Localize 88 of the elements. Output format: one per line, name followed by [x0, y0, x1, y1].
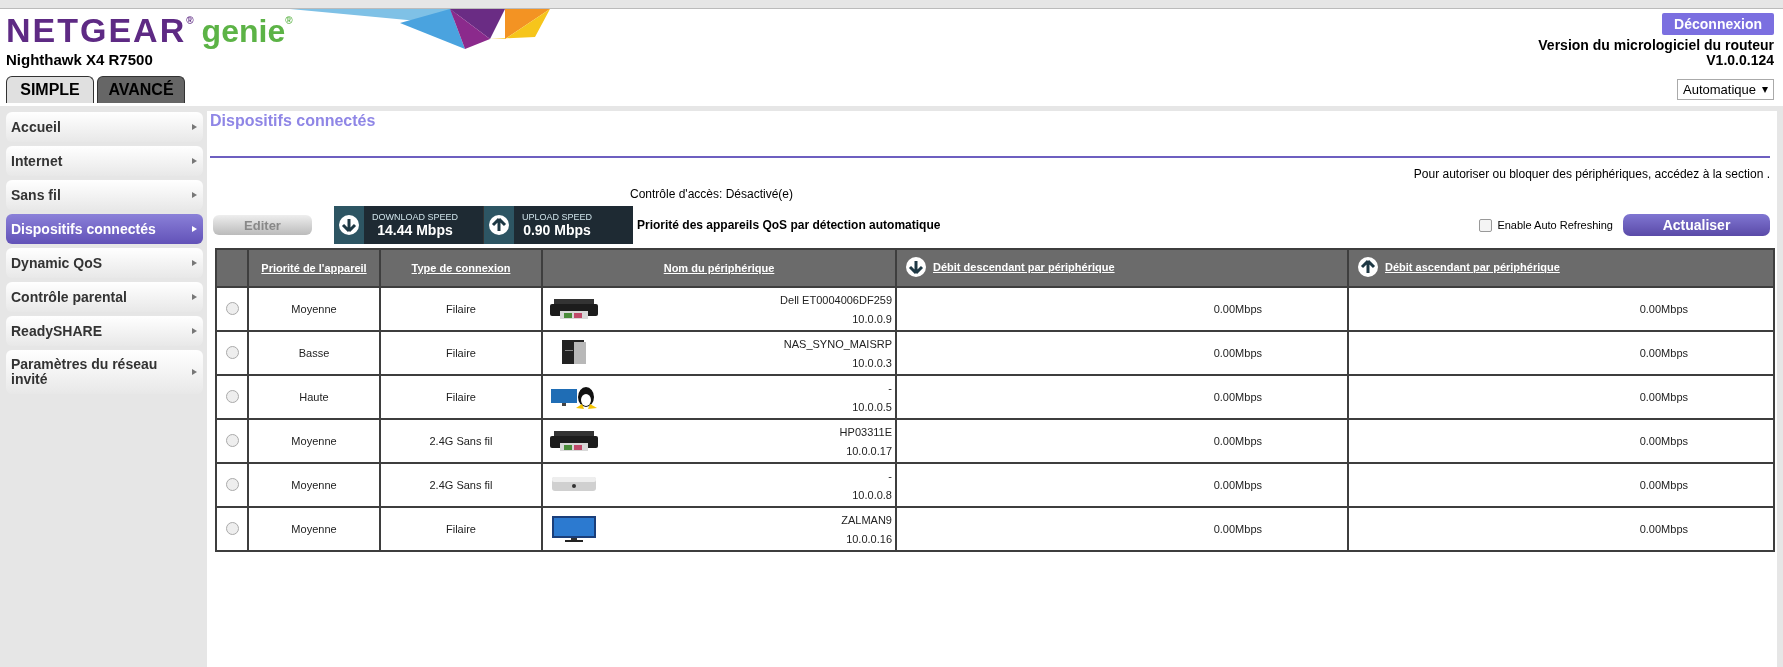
column-header[interactable]: Nom du périphérique: [663, 262, 775, 274]
sidebar-item[interactable]: Dynamic QoS: [6, 248, 203, 278]
device-name: NAS_SYNO_MAISRP: [783, 337, 892, 350]
row-radio[interactable]: [225, 389, 239, 403]
row-radio[interactable]: [225, 477, 239, 491]
table-cell: 0.00Mbps: [896, 375, 1348, 419]
table-cell: 0.00Mbps: [1348, 419, 1774, 463]
device-ip: 10.0.0.17: [846, 444, 892, 457]
table-cell: 0.00Mbps: [896, 419, 1348, 463]
table-cell: Haute: [248, 375, 380, 419]
table-cell: Basse: [248, 331, 380, 375]
table-cell: 0.00Mbps: [1348, 331, 1774, 375]
table-cell: Filaire: [380, 375, 542, 419]
table-cell: 0.00Mbps: [1348, 507, 1774, 551]
caret-icon: [192, 158, 197, 164]
table-cell: Filaire: [380, 507, 542, 551]
upload-speed: 0.90 Mbps: [523, 222, 591, 238]
qos-note: Priorité des appareils QoS par détection automatique: [637, 218, 941, 232]
row-radio[interactable]: [225, 433, 239, 447]
upload-icon: [488, 214, 510, 236]
sidebar-item[interactable]: Contrôle parental: [6, 282, 203, 312]
column-header[interactable]: Débit ascendant par périphérique: [1385, 261, 1560, 273]
auto-refresh-checkbox[interactable]: [1479, 218, 1493, 232]
caret-icon: [192, 226, 197, 232]
download-icon: [905, 256, 927, 278]
table-cell: 0.00Mbps: [896, 331, 1348, 375]
device-name: HP03311E: [839, 425, 892, 438]
upload-icon: [1357, 256, 1379, 278]
caret-icon: [192, 124, 197, 130]
caret-icon: [192, 294, 197, 300]
sidebar-item[interactable]: ReadySHARE: [6, 316, 203, 346]
device-name: -: [888, 381, 892, 394]
device-ip: 10.0.0.16: [846, 532, 892, 545]
brand-logo: NETGEAR$^{®}$: [6, 11, 194, 50]
sidebar-item[interactable]: Dispositifs connectés: [6, 214, 203, 244]
table-cell: Moyenne: [248, 463, 380, 507]
language-select[interactable]: Automatique: [1677, 79, 1774, 100]
tab[interactable]: AVANCÉ: [97, 76, 185, 103]
table-cell: 0.00Mbps: [896, 507, 1348, 551]
table-cell: Moyenne: [248, 507, 380, 551]
column-header[interactable]: Débit descendant par périphérique: [933, 261, 1115, 273]
monitor-icon: [550, 515, 598, 543]
row-radio[interactable]: [225, 345, 239, 359]
column-header[interactable]: Type de connexion: [411, 262, 511, 274]
table-cell: Moyenne: [248, 419, 380, 463]
sidebar-item[interactable]: Internet: [6, 146, 203, 176]
upload-label: UPLOAD SPEED: [522, 212, 593, 222]
sidebar-item[interactable]: Paramètres du réseau invité: [6, 350, 203, 394]
caret-icon: [192, 192, 197, 198]
device-ip: 10.0.0.3: [852, 356, 892, 369]
access-control-status: Contrôle d'accès: Désactivé(e): [630, 187, 794, 201]
table-cell: 0.00Mbps: [896, 463, 1348, 507]
device-name: ZALMAN9: [841, 513, 892, 526]
auto-refresh-label: Enable Auto Refreshing: [1497, 219, 1613, 231]
product-logo: genie$^{®}$: [201, 13, 293, 50]
device-ip: 10.0.0.9: [852, 312, 892, 325]
download-label: DOWNLOAD SPEED: [372, 212, 458, 222]
caret-icon: [1762, 86, 1768, 93]
refresh-button[interactable]: Actualiser: [1623, 214, 1770, 236]
table-cell: 0.00Mbps: [1348, 375, 1774, 419]
row-radio[interactable]: [225, 521, 239, 535]
table-cell: 0.00Mbps: [1348, 287, 1774, 331]
tab[interactable]: SIMPLE: [6, 76, 94, 103]
table-cell: Filaire: [380, 331, 542, 375]
device-name: Dell ET0004006DF259: [780, 293, 892, 306]
sidebar-item[interactable]: Sans fil: [6, 180, 203, 210]
access-hint: Pour autoriser ou bloquer des périphériques, accédez à la section .: [1413, 167, 1770, 181]
firmware-version: V1.0.0.124: [1706, 53, 1774, 68]
page-title: Dispositifs connectés: [210, 111, 377, 131]
table-cell: Filaire: [380, 287, 542, 331]
table-cell: 2.4G Sans fil: [380, 463, 542, 507]
device-name: -: [888, 469, 892, 482]
table-cell: 2.4G Sans fil: [380, 419, 542, 463]
device-ip: 10.0.0.5: [852, 400, 892, 413]
table-cell: 0.00Mbps: [1348, 463, 1774, 507]
download-icon: [338, 214, 360, 236]
sidebar-item[interactable]: Accueil: [6, 112, 203, 142]
firmware-label: Version du micrologiciel du routeur: [1538, 38, 1774, 53]
model-name: Nighthawk X4 R7500: [6, 51, 154, 68]
caret-icon: [192, 369, 197, 375]
device-ip: 10.0.0.8: [852, 488, 892, 501]
download-speed: 14.44 Mbps: [377, 222, 453, 238]
table-cell: 0.00Mbps: [896, 287, 1348, 331]
table-cell: Moyenne: [248, 287, 380, 331]
row-radio[interactable]: [225, 301, 239, 315]
logout-button[interactable]: Déconnexion: [1662, 13, 1774, 35]
caret-icon: [192, 260, 197, 266]
caret-icon: [192, 328, 197, 334]
